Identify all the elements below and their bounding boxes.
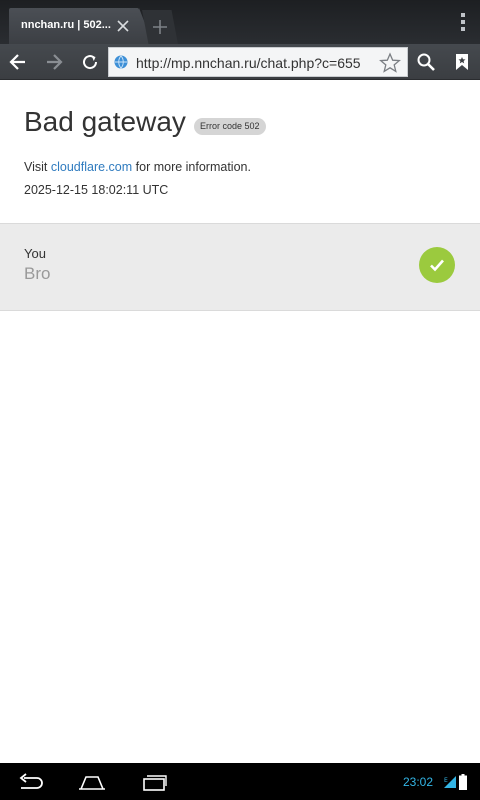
svg-text:E: E: [444, 777, 448, 784]
bookmarks-icon: [456, 54, 468, 70]
page-title: Bad gateway: [24, 106, 186, 137]
info-text: Visit cloudflare.com for more informatio…: [24, 160, 251, 174]
info-suffix: for more information.: [132, 160, 251, 174]
info-prefix: Visit: [24, 160, 51, 174]
url-text[interactable]: http://mp.nnchan.ru/chat.php?c=655: [136, 55, 372, 71]
tab-strip: nnchan.ru | 502...: [0, 0, 480, 44]
cloudflare-link[interactable]: cloudflare.com: [51, 160, 132, 174]
search-icon: [417, 53, 435, 71]
page-content: Bad gateway Error code 502 Visit cloudfl…: [0, 81, 480, 763]
nav-recents-button[interactable]: [130, 763, 178, 800]
tab-close-icon[interactable]: [113, 16, 133, 36]
plus-icon: [153, 20, 167, 34]
forward-button[interactable]: [36, 44, 72, 80]
bookmark-star-icon[interactable]: [379, 52, 401, 74]
signal-icon: E: [443, 775, 457, 789]
back-button[interactable]: [0, 44, 36, 80]
browser-toolbar: http://mp.nnchan.ru/chat.php?c=655: [0, 44, 480, 80]
arrow-left-icon: [9, 54, 25, 70]
system-nav-bar: 23:02 E: [0, 763, 480, 800]
battery-icon: [459, 774, 467, 790]
reload-icon: [83, 55, 98, 70]
tab-title: nnchan.ru | 502...: [21, 19, 111, 31]
clock: 23:02: [403, 775, 434, 789]
home-icon: [79, 775, 105, 790]
nav-back-button[interactable]: [7, 763, 55, 800]
timestamp: 2025-12-15 18:02:11 UTC: [24, 183, 169, 197]
error-code-badge: Error code 502: [194, 118, 266, 135]
browser-tab[interactable]: nnchan.ru | 502...: [9, 8, 139, 44]
nav-home-button[interactable]: [68, 763, 116, 800]
status-row: You Bro: [0, 223, 480, 311]
bookmarks-button[interactable]: [444, 44, 480, 80]
status-row-value: Bro: [24, 264, 51, 283]
address-bar[interactable]: http://mp.nnchan.ru/chat.php?c=655: [108, 47, 408, 77]
back-arrow-icon: [19, 772, 43, 789]
arrow-right-icon: [47, 54, 63, 70]
globe-icon: [114, 55, 128, 69]
search-button[interactable]: [408, 44, 444, 80]
check-icon: [419, 247, 455, 283]
status-row-label: You: [24, 246, 46, 261]
overflow-menu-icon[interactable]: [460, 13, 466, 31]
reload-button[interactable]: [72, 44, 108, 80]
recent-apps-icon: [143, 774, 167, 791]
